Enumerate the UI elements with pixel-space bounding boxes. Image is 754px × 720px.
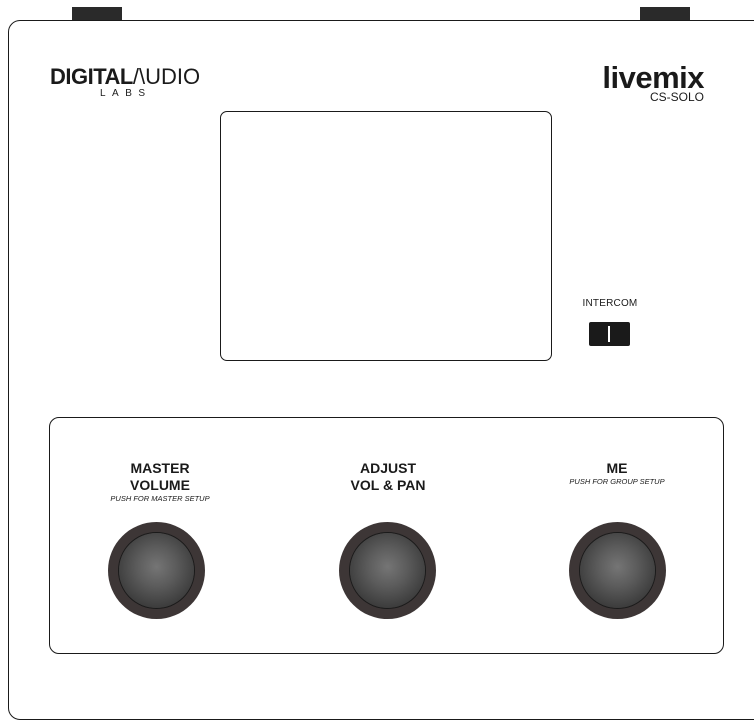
master-volume-subtitle: PUSH FOR MASTER SETUP [110, 494, 210, 503]
intercom-label: INTERCOM [582, 298, 638, 309]
logo-digital: DIGITAL [50, 64, 133, 89]
knob-panel: MASTER VOLUME PUSH FOR MASTER SETUP ADJU… [49, 417, 724, 654]
master-volume-title-1: MASTER [130, 460, 190, 476]
adjust-title-2: VOL & PAN [350, 477, 426, 493]
me-title: ME [606, 460, 628, 476]
me-knob[interactable] [569, 522, 666, 619]
adjust-title-1: ADJUST [359, 460, 416, 476]
knob-cap [580, 533, 655, 608]
master-volume-title-2: VOLUME [130, 477, 190, 493]
adjust-vol-pan-knob[interactable] [339, 522, 436, 619]
knob-cap [119, 533, 194, 608]
digital-audio-labs-logo: DIGITAL/\UDIO LABS [50, 66, 200, 99]
intercom-button[interactable] [589, 322, 630, 346]
me-label-group: ME PUSH FOR GROUP SETUP [507, 460, 727, 486]
display-screen[interactable] [220, 111, 552, 361]
master-volume-label-group: MASTER VOLUME PUSH FOR MASTER SETUP [50, 460, 270, 503]
me-subtitle: PUSH FOR GROUP SETUP [569, 477, 665, 486]
master-volume-knob[interactable] [108, 522, 205, 619]
logo-labs: LABS [100, 88, 152, 99]
product-name: livemix [602, 60, 704, 95]
livemix-logo: livemix CS-SOLO [602, 62, 704, 103]
logo-audio: /\UDIO [132, 64, 201, 89]
knob-cap [350, 533, 425, 608]
intercom-indicator-icon [608, 326, 610, 342]
adjust-vol-pan-label-group: ADJUST VOL & PAN [278, 460, 498, 494]
